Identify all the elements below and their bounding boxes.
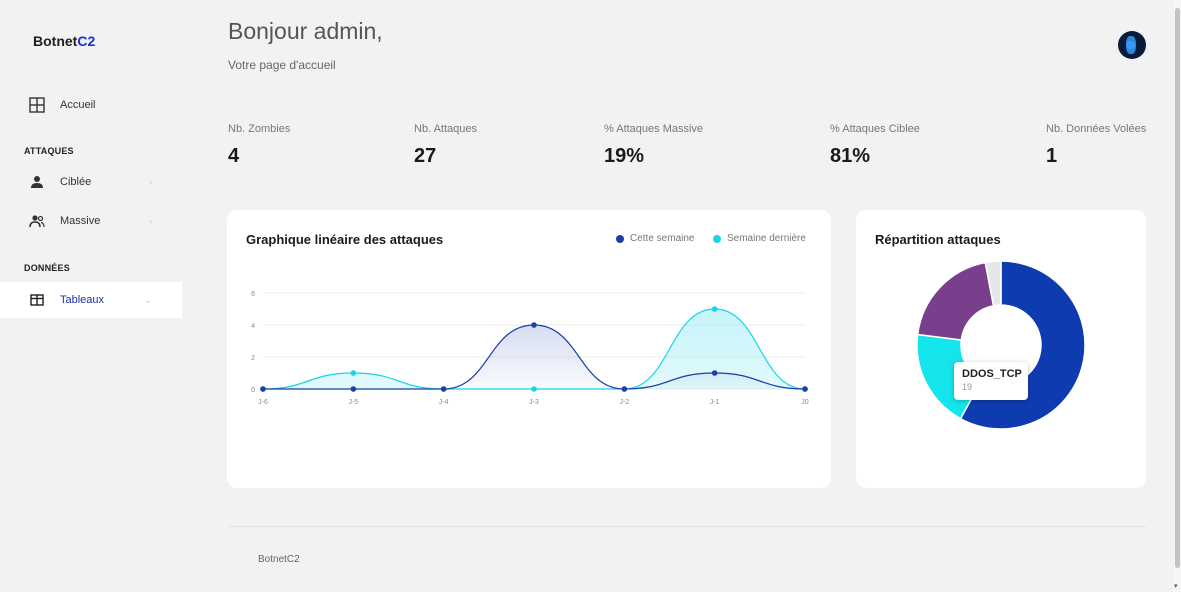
- sidebar: BotnetC2 Accueil ATTAQUES Ciblée › Massi…: [0, 0, 182, 592]
- stat-zombies: Nb. Zombies 4: [228, 123, 290, 168]
- legend-last-week[interactable]: Semaine dernière: [713, 233, 806, 244]
- line-chart-card: [227, 210, 831, 488]
- sidebar-item-massive[interactable]: Massive ›: [0, 203, 182, 239]
- legend-dot: [616, 234, 624, 243]
- sidebar-item-label: Tableaux: [60, 294, 105, 306]
- tooltip-label: DDOS_TCP: [962, 368, 1022, 380]
- footer-divider: [228, 526, 1146, 527]
- section-attaques: ATTAQUES: [24, 146, 74, 156]
- stat-value: 27: [414, 145, 437, 167]
- stat-label: Nb. Données Volées: [1046, 123, 1147, 135]
- chevron-down-icon: ⌄: [144, 294, 152, 305]
- stat-value: 81%: [830, 145, 871, 167]
- scrollbar-thumb[interactable]: [1175, 8, 1180, 568]
- scrollbar[interactable]: ▾: [1174, 0, 1181, 592]
- stat-value: 4: [228, 145, 240, 167]
- legend-label: Cette semaine: [630, 233, 695, 244]
- stat-massive: % Attaques Massive 19%: [604, 123, 703, 168]
- legend-dot: [713, 234, 721, 243]
- brand-logo[interactable]: BotnetC2: [33, 33, 95, 49]
- stat-attaques: Nb. Attaques 27: [414, 123, 477, 168]
- stat-label: % Attaques Ciblee: [830, 123, 920, 135]
- stat-label: Nb. Attaques: [414, 123, 477, 135]
- sidebar-item-accueil[interactable]: Accueil: [0, 87, 182, 123]
- chevron-right-icon: ›: [149, 216, 152, 226]
- stat-ciblee: % Attaques Ciblee 81%: [830, 123, 920, 168]
- chevron-right-icon: ›: [149, 177, 152, 187]
- legend-label: Semaine dernière: [727, 233, 806, 244]
- section-donnees: DONNÉES: [24, 263, 70, 273]
- user-icon: [28, 173, 46, 191]
- page-subtitle: Votre page d'accueil: [228, 58, 336, 72]
- avatar[interactable]: [1118, 31, 1146, 59]
- stat-value: 19%: [604, 145, 645, 167]
- stat-donnees: Nb. Données Volées 1: [1046, 123, 1146, 168]
- donut-tooltip: DDOS_TCP 19: [954, 362, 1028, 400]
- grid-icon: [28, 96, 46, 114]
- donut-chart-card: [856, 210, 1146, 488]
- sidebar-item-label: Massive: [60, 215, 101, 227]
- tooltip-value: 19: [962, 382, 973, 392]
- sidebar-item-label: Accueil: [60, 99, 96, 111]
- donut-chart-title: Répartition attaques: [875, 232, 1001, 247]
- sidebar-item-tableaux[interactable]: Tableaux ⌄: [0, 282, 182, 318]
- line-chart-title: Graphique linéaire des attaques: [246, 232, 444, 247]
- footer-text: BotnetC2: [258, 554, 300, 565]
- stat-label: Nb. Zombies: [228, 123, 291, 135]
- sidebar-item-label: Ciblée: [60, 176, 92, 188]
- stat-value: 1: [1046, 145, 1058, 167]
- users-icon: [28, 212, 46, 230]
- table-icon: [28, 291, 46, 309]
- legend-this-week[interactable]: Cette semaine: [616, 233, 694, 244]
- sidebar-item-ciblee[interactable]: Ciblée ›: [0, 164, 182, 200]
- page-title: Bonjour admin,: [228, 18, 383, 44]
- stat-label: % Attaques Massive: [604, 123, 704, 135]
- scroll-down-icon[interactable]: ▾: [1174, 582, 1178, 590]
